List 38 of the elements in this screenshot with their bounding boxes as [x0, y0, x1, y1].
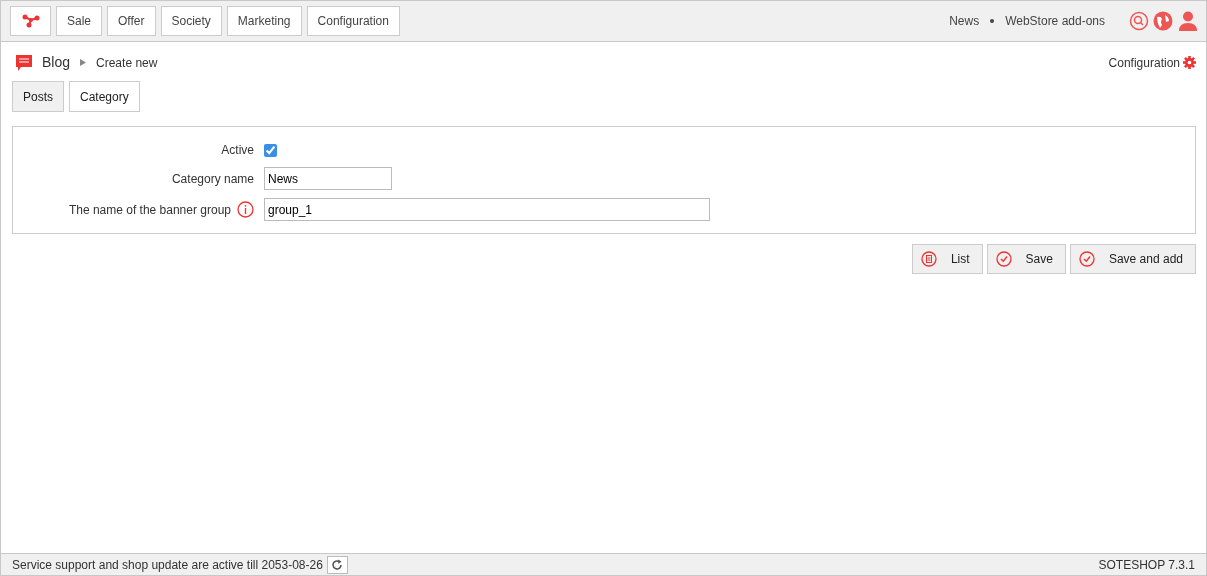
configuration-link[interactable]: Configuration — [1108, 53, 1180, 72]
globe-icon[interactable] — [1153, 11, 1173, 31]
search-icon[interactable] — [1129, 11, 1149, 31]
document-icon — [920, 251, 937, 267]
field-label: Active — [220, 142, 255, 159]
field-label: Category name — [170, 170, 255, 188]
banner-group-field[interactable]: group_1 — [264, 198, 710, 221]
network-logo-icon — [21, 14, 40, 28]
refresh-button[interactable] — [326, 555, 348, 574]
menu-button[interactable]: Configuration — [306, 6, 400, 36]
menu-button[interactable]: Society — [160, 6, 222, 36]
version-text: SOTESHOP 7.3.1 — [1098, 556, 1195, 574]
chat-icon — [15, 53, 33, 72]
refresh-icon — [331, 558, 344, 571]
info-icon[interactable] — [237, 201, 254, 218]
action-button[interactable]: Save and add — [1069, 244, 1196, 274]
breadcrumb-module-link[interactable]: Blog — [42, 52, 71, 73]
breadcrumb-current: Create new — [96, 54, 158, 72]
breadcrumb-arrow-icon — [80, 59, 87, 66]
news-link[interactable]: News — [949, 12, 980, 30]
checkmark-icon — [1078, 251, 1095, 267]
addons-link[interactable]: WebStore add-ons — [1005, 12, 1105, 30]
menu-button[interactable]: Sale — [56, 6, 103, 36]
menu-button[interactable]: Offer — [107, 6, 156, 36]
user-icon[interactable] — [1179, 11, 1197, 31]
category-name-field[interactable]: News — [264, 167, 392, 190]
home-button[interactable] — [10, 6, 51, 36]
active-checkbox[interactable] — [264, 143, 277, 157]
status-text: Service support and shop update are active till 2053-08-26 — [12, 556, 323, 574]
tab[interactable]: Posts — [12, 81, 64, 112]
checkmark-icon — [995, 251, 1012, 267]
field-label: The name of the banner group — [68, 201, 231, 219]
separator-dot-icon — [990, 19, 995, 23]
gear-icon[interactable] — [1183, 56, 1196, 69]
action-button[interactable]: Save — [986, 244, 1066, 274]
action-button[interactable]: List — [911, 244, 983, 274]
menu-button[interactable]: Marketing — [226, 6, 302, 36]
tab[interactable]: Category — [69, 81, 140, 112]
